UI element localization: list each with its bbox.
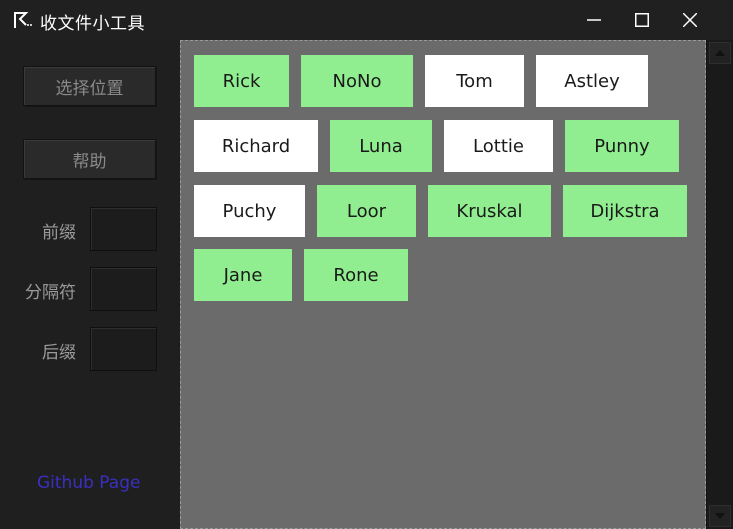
name-tag[interactable]: Rone (304, 249, 408, 301)
name-tag[interactable]: Astley (536, 55, 648, 107)
app-logo-icon (12, 10, 34, 30)
window-title: 收文件小工具 (40, 14, 145, 34)
title-bar: 收文件小工具 (0, 0, 733, 40)
name-tag[interactable]: Puchy (194, 185, 305, 237)
prefix-input[interactable] (90, 207, 157, 251)
scroll-down-button[interactable] (709, 505, 731, 527)
maximize-icon (635, 13, 649, 27)
sidebar: 选择位置 帮助 前缀 分隔符 后缀 Github Page (0, 40, 180, 529)
chevron-down-icon (715, 513, 725, 519)
name-tag[interactable]: Lottie (444, 120, 553, 172)
name-tag[interactable]: Dijkstra (563, 185, 687, 237)
name-tag[interactable]: Jane (194, 249, 292, 301)
name-tag[interactable]: Loor (317, 185, 416, 237)
minimize-button[interactable] (570, 0, 618, 40)
close-button[interactable] (666, 0, 714, 40)
name-tag[interactable]: NoNo (301, 55, 413, 107)
help-button[interactable]: 帮助 (23, 139, 156, 179)
chevron-up-icon (715, 50, 725, 56)
prefix-label: 前缀 (42, 223, 76, 243)
separator-input[interactable] (90, 267, 157, 311)
suffix-label: 后缀 (42, 343, 76, 363)
separator-label: 分隔符 (25, 283, 76, 303)
close-icon (683, 13, 697, 27)
vertical-scrollbar[interactable] (706, 40, 733, 529)
maximize-button[interactable] (618, 0, 666, 40)
name-tag[interactable]: Rick (194, 55, 289, 107)
name-tag[interactable]: Tom (425, 55, 524, 107)
name-tag[interactable]: Richard (194, 120, 318, 172)
choose-location-button[interactable]: 选择位置 (23, 66, 156, 106)
suffix-input[interactable] (90, 327, 157, 371)
minimize-icon (587, 19, 601, 21)
github-page-link[interactable]: Github Page (37, 473, 140, 493)
name-tag[interactable]: Luna (330, 120, 432, 172)
name-tag[interactable]: Kruskal (428, 185, 551, 237)
name-tag-panel: Rick NoNo Tom Astley Richard Luna Lottie Punny P… (180, 40, 706, 529)
scroll-up-button[interactable] (709, 42, 731, 64)
name-tag[interactable]: Punny (565, 120, 679, 172)
